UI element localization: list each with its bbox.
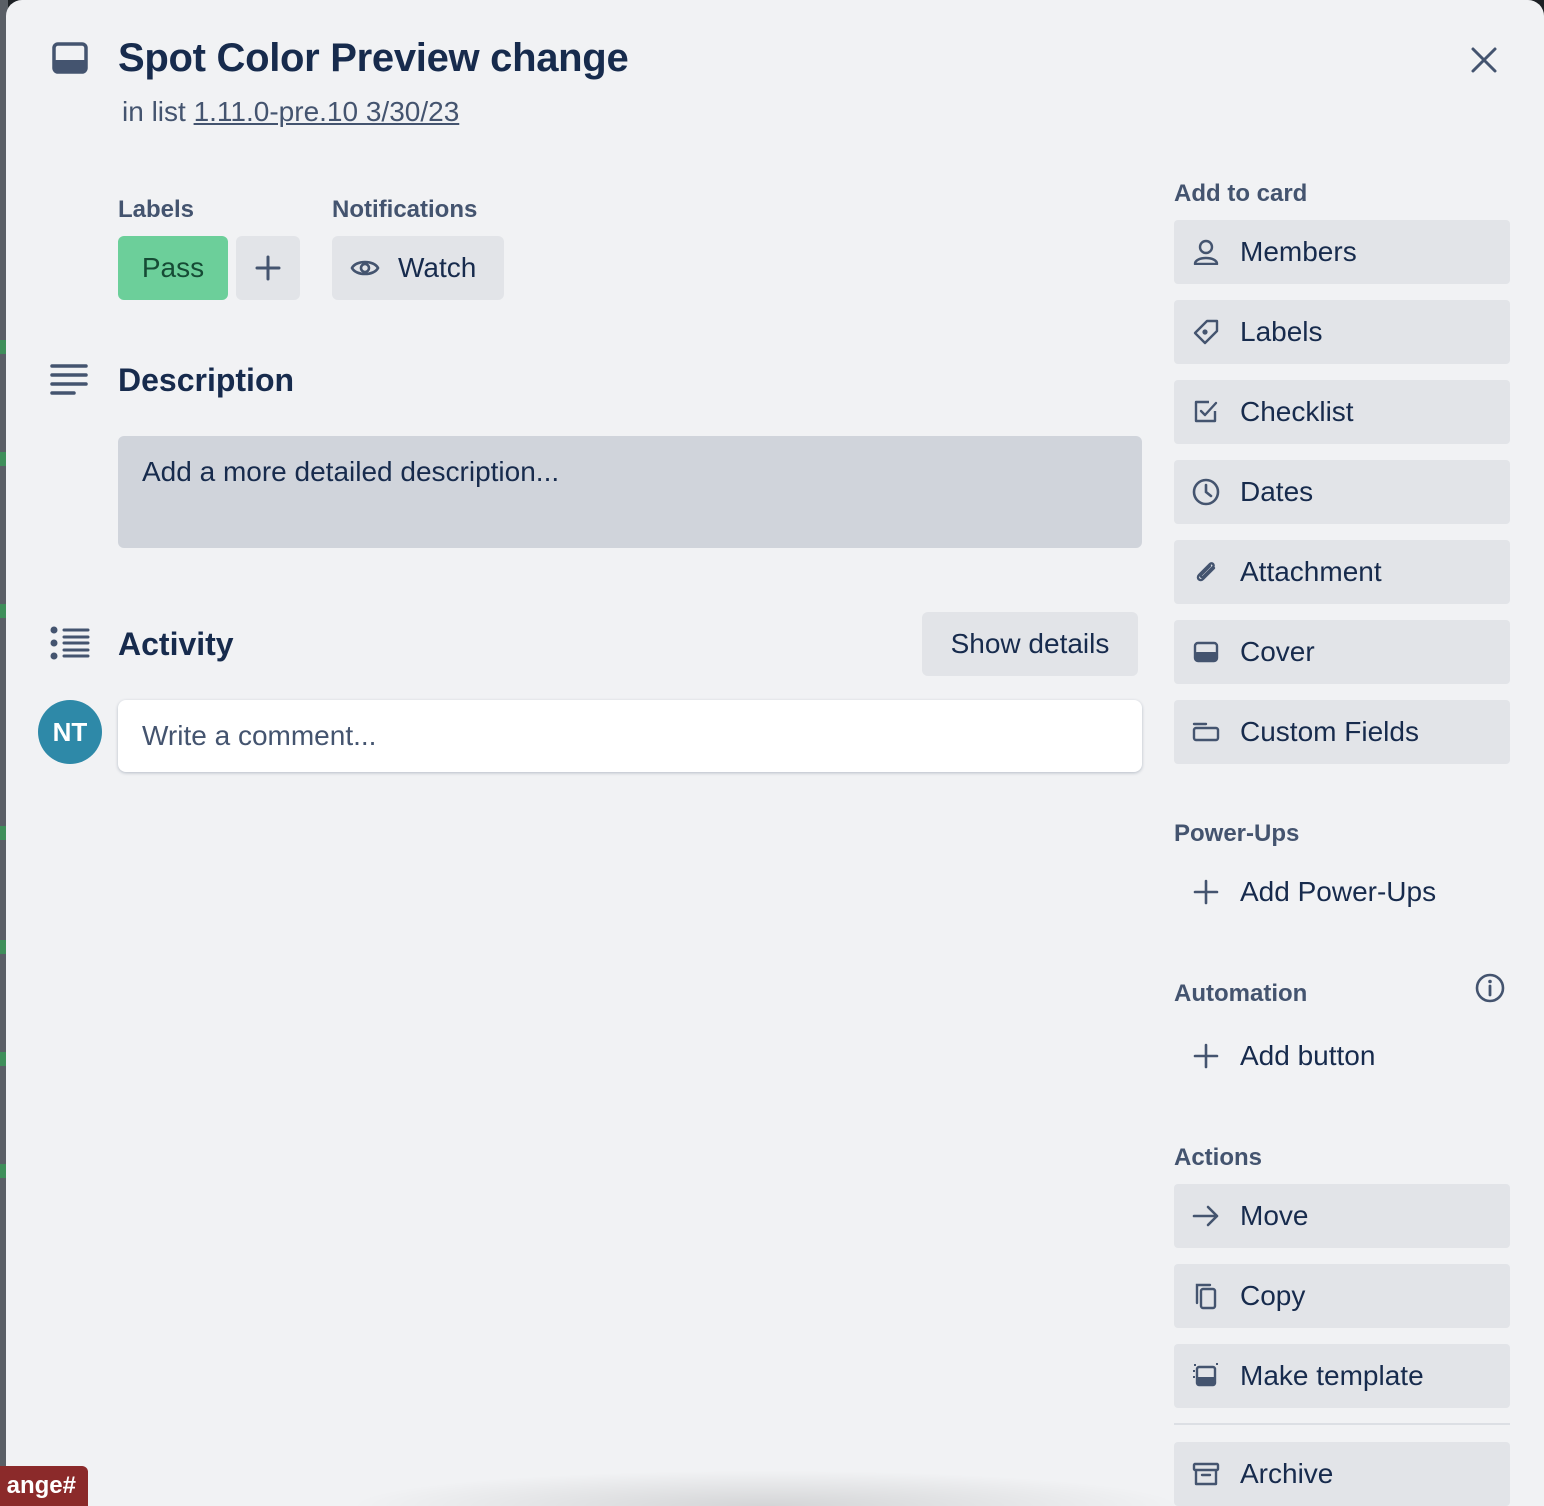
in-list-prefix: in list — [122, 96, 186, 127]
plus-icon — [1192, 1042, 1220, 1070]
watch-label: Watch — [398, 252, 477, 283]
add-to-card-heading: Add to card — [1174, 180, 1308, 207]
bottom-shadow — [346, 1470, 1186, 1506]
paperclip-icon — [1192, 558, 1220, 586]
checklist-button[interactable]: Checklist — [1174, 380, 1510, 444]
copy-icon — [1192, 1282, 1220, 1310]
power-ups-heading: Power-Ups — [1174, 820, 1300, 847]
clock-icon — [1192, 478, 1220, 506]
description-heading: Description — [118, 362, 295, 398]
plus-icon — [255, 255, 281, 281]
custom-fields-button[interactable]: Custom Fields — [1174, 700, 1510, 764]
archive-icon — [1192, 1460, 1220, 1488]
cover-button[interactable]: Cover — [1174, 620, 1510, 684]
add-button-label: Add button — [1240, 1040, 1376, 1071]
move-label: Move — [1240, 1200, 1309, 1231]
archive-label: Archive — [1240, 1458, 1334, 1489]
labels-button[interactable]: Labels — [1174, 300, 1510, 364]
info-icon — [1475, 973, 1505, 1003]
activity-icon — [50, 626, 90, 660]
description-icon — [50, 362, 88, 396]
close-icon — [1470, 46, 1498, 74]
add-label-button[interactable] — [236, 236, 300, 300]
list-name-link[interactable]: 1.11.0-pre.10 3/30/23 — [194, 96, 460, 127]
copy-label: Copy — [1240, 1280, 1306, 1311]
cover-label: Cover — [1240, 636, 1315, 667]
automation-info-button[interactable] — [1472, 970, 1508, 1006]
add-power-ups-label: Add Power-Ups — [1240, 876, 1437, 907]
arrow-right-icon — [1192, 1202, 1220, 1230]
template-icon — [1192, 1362, 1220, 1390]
plus-icon — [1192, 878, 1220, 906]
description-editor[interactable]: Add a more detailed description... — [118, 436, 1142, 548]
labels-label: Labels — [1240, 316, 1323, 347]
comment-input[interactable]: Write a comment... — [118, 700, 1142, 772]
activity-heading: Activity — [118, 626, 234, 662]
close-button[interactable] — [1458, 34, 1510, 86]
make-template-button[interactable]: Make template — [1174, 1344, 1510, 1408]
sidebar-divider — [1174, 1423, 1510, 1425]
avatar[interactable]: NT — [38, 700, 102, 764]
dates-button[interactable]: Dates — [1174, 460, 1510, 524]
checkbox-icon — [1192, 398, 1220, 426]
make-template-label: Make template — [1240, 1360, 1424, 1391]
copy-button[interactable]: Copy — [1174, 1264, 1510, 1328]
members-button[interactable]: Members — [1174, 220, 1510, 284]
cover-icon — [1192, 638, 1220, 666]
label-chip-pass[interactable]: Pass — [118, 236, 228, 300]
custom-fields-icon — [1192, 718, 1220, 746]
background-card-tag: ange# — [0, 1466, 88, 1506]
add-automation-button[interactable]: Add button — [1174, 1024, 1510, 1088]
card-icon — [52, 42, 88, 74]
members-label: Members — [1240, 236, 1357, 267]
show-details-button[interactable]: Show details — [922, 612, 1138, 676]
tag-icon — [1192, 318, 1220, 346]
dates-label: Dates — [1240, 476, 1314, 507]
card-detail-modal: Spot Color Preview change in list 1.11.0… — [6, 0, 1544, 1506]
move-button[interactable]: Move — [1174, 1184, 1510, 1248]
card-title[interactable]: Spot Color Preview change — [118, 36, 629, 81]
actions-heading: Actions — [1174, 1144, 1263, 1171]
archive-button[interactable]: Archive — [1174, 1442, 1510, 1506]
watch-button[interactable]: Watch — [332, 236, 504, 300]
person-icon — [1192, 238, 1220, 266]
attachment-label: Attachment — [1240, 556, 1382, 587]
add-power-ups-button[interactable]: Add Power-Ups — [1174, 860, 1510, 924]
automation-heading: Automation — [1174, 980, 1308, 1007]
attachment-button[interactable]: Attachment — [1174, 540, 1510, 604]
custom-fields-label: Custom Fields — [1240, 716, 1419, 747]
labels-heading: Labels — [118, 196, 195, 223]
notifications-heading: Notifications — [332, 196, 478, 223]
checklist-label: Checklist — [1240, 396, 1354, 427]
in-list-breadcrumb: in list 1.11.0-pre.10 3/30/23 — [122, 96, 459, 128]
eye-icon — [350, 257, 380, 279]
